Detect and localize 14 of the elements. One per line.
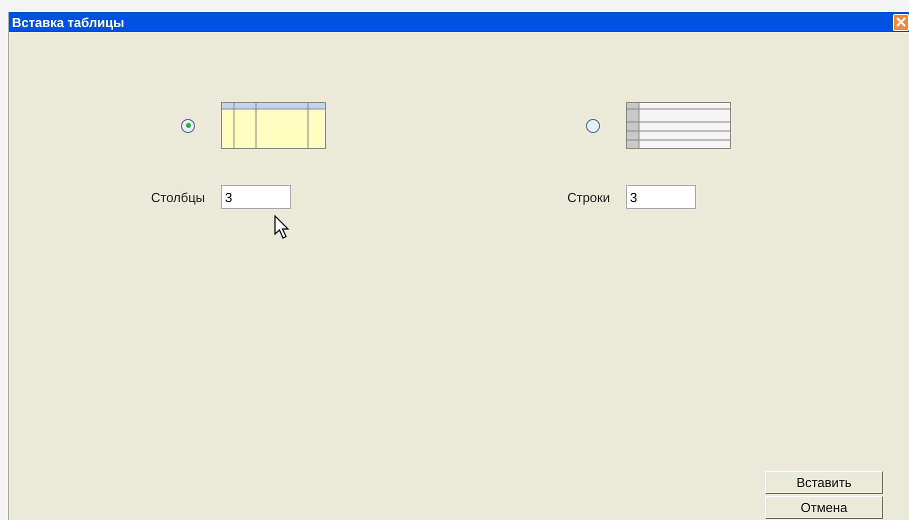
cursor-icon xyxy=(274,215,290,239)
input-field[interactable]: 3 xyxy=(221,185,291,209)
dialog-button[interactable]: Вставить xyxy=(765,471,883,494)
close-icon xyxy=(896,17,906,27)
input-field[interactable]: 3 xyxy=(626,185,696,209)
close-button[interactable] xyxy=(893,14,909,30)
field-label: Строки xyxy=(567,190,610,204)
columns-table-icon xyxy=(221,102,326,149)
rows-table-icon xyxy=(626,102,731,149)
radio-button[interactable] xyxy=(181,118,195,132)
radio-button[interactable] xyxy=(586,118,600,132)
window-title: Вставка таблицы xyxy=(12,14,124,30)
dialog-button[interactable]: Отмена xyxy=(765,496,883,519)
field-label: Столбцы xyxy=(151,190,205,204)
